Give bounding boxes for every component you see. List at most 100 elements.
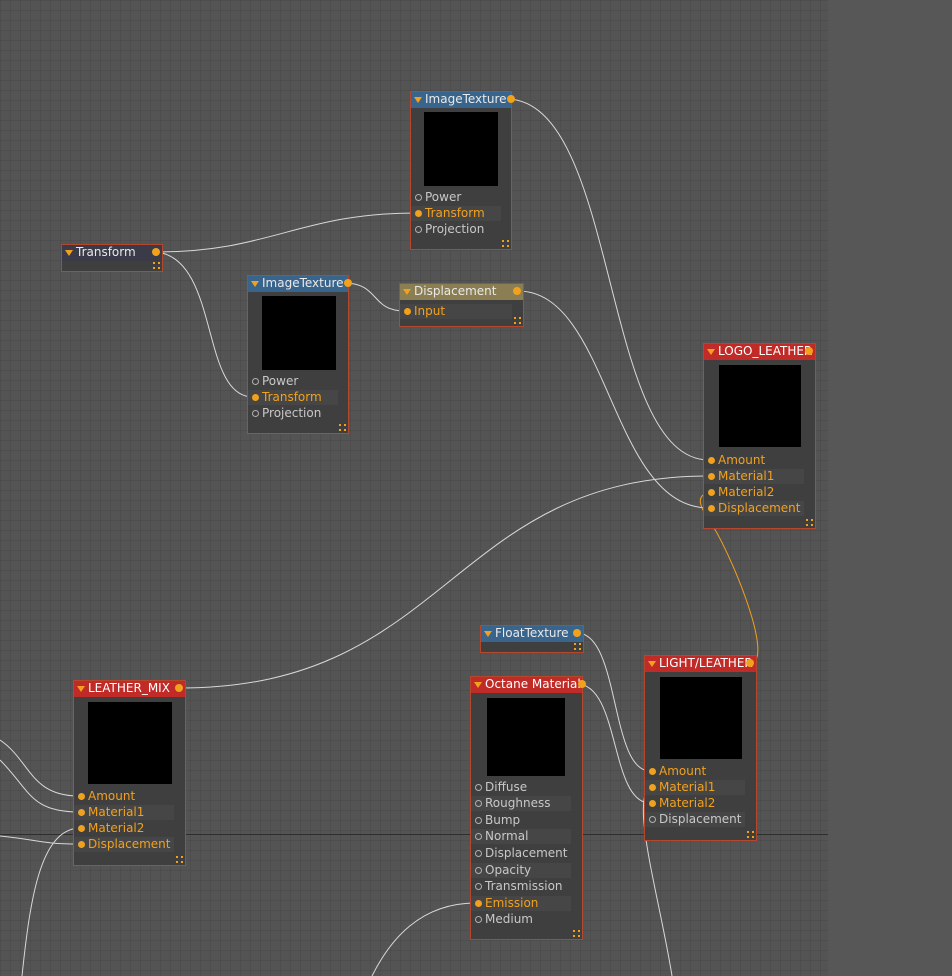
collapse-triangle-icon[interactable] (484, 631, 492, 637)
node-header[interactable]: ImageTexture (411, 92, 515, 108)
input-pin-transmission[interactable]: Transmission (471, 879, 571, 894)
pin-icon[interactable] (475, 784, 482, 791)
resize-grip-icon[interactable] (339, 424, 346, 431)
node-header[interactable]: Octane Material (471, 677, 586, 693)
node-logo-leather[interactable]: LOGO_LEATHER Amount Material1 Material2 … (703, 343, 816, 529)
output-pin[interactable] (573, 629, 581, 637)
input-pin-amount[interactable]: Amount (645, 764, 745, 779)
input-pin-medium[interactable]: Medium (471, 912, 571, 927)
pin-icon[interactable] (404, 308, 411, 315)
resize-grip-icon[interactable] (574, 643, 581, 650)
input-pin-projection[interactable]: Projection (248, 406, 338, 421)
pin-icon[interactable] (708, 457, 715, 464)
resize-grip-icon[interactable] (514, 317, 521, 324)
node-header[interactable]: LOGO_LEATHER (704, 344, 815, 360)
node-leather-mix[interactable]: LEATHER_MIX Amount Material1 Material2 D… (73, 680, 186, 866)
input-pin-power[interactable]: Power (411, 190, 501, 205)
pin-icon[interactable] (252, 378, 259, 385)
pin-icon[interactable] (415, 210, 422, 217)
pin-icon[interactable] (708, 489, 715, 496)
input-pin-projection[interactable]: Projection (411, 222, 501, 237)
resize-grip-icon[interactable] (502, 240, 509, 247)
node-imagetexture-top[interactable]: ImageTexture Power Transform Projection (410, 91, 515, 250)
node-transform[interactable]: Transform (61, 244, 163, 272)
pin-icon[interactable] (708, 473, 715, 480)
node-header[interactable]: LEATHER_MIX (74, 681, 185, 697)
pin-icon[interactable] (78, 841, 85, 848)
node-header[interactable]: Displacement (400, 284, 523, 300)
node-header[interactable]: LIGHT/LEATHER (645, 656, 756, 672)
node-octane-material[interactable]: Octane Material Diffuse Roughness Bump N… (470, 676, 586, 940)
collapse-triangle-icon[interactable] (474, 682, 482, 688)
collapse-triangle-icon[interactable] (414, 97, 422, 103)
pin-icon[interactable] (252, 394, 259, 401)
pin-icon[interactable] (415, 226, 422, 233)
collapse-triangle-icon[interactable] (648, 661, 656, 667)
pin-icon[interactable] (475, 850, 482, 857)
pin-icon[interactable] (78, 793, 85, 800)
output-pin[interactable] (507, 95, 515, 103)
pin-icon[interactable] (475, 833, 482, 840)
pin-icon[interactable] (78, 825, 85, 832)
pin-icon[interactable] (252, 410, 259, 417)
input-pin-material1[interactable]: Material1 (74, 805, 174, 820)
resize-grip-icon[interactable] (747, 831, 754, 838)
pin-icon[interactable] (475, 883, 482, 890)
pin-icon[interactable] (475, 916, 482, 923)
pin-icon[interactable] (415, 194, 422, 201)
pin-icon[interactable] (649, 816, 656, 823)
resize-grip-icon[interactable] (176, 856, 183, 863)
collapse-triangle-icon[interactable] (251, 281, 259, 287)
input-pin-transform[interactable]: Transform (411, 206, 501, 221)
input-pin-input[interactable]: Input (400, 304, 512, 319)
input-pin-bump[interactable]: Bump (471, 813, 571, 828)
input-pin-material2[interactable]: Material2 (74, 821, 174, 836)
pin-icon[interactable] (475, 800, 482, 807)
input-pin-material1[interactable]: Material1 (645, 780, 745, 795)
pin-icon[interactable] (708, 505, 715, 512)
resize-grip-icon[interactable] (573, 930, 580, 937)
collapse-triangle-icon[interactable] (65, 250, 73, 256)
pin-icon[interactable] (649, 784, 656, 791)
resize-grip-icon[interactable] (153, 262, 160, 269)
input-pin-opacity[interactable]: Opacity (471, 863, 571, 878)
pin-icon[interactable] (475, 900, 482, 907)
input-pin-amount[interactable]: Amount (74, 789, 174, 804)
input-pin-power[interactable]: Power (248, 374, 338, 389)
collapse-triangle-icon[interactable] (707, 349, 715, 355)
output-pin[interactable] (578, 680, 586, 688)
input-pin-emission[interactable]: Emission (471, 896, 571, 911)
node-imagetexture-mid[interactable]: ImageTexture Power Transform Projection (247, 275, 352, 434)
pin-icon[interactable] (649, 800, 656, 807)
input-pin-transform[interactable]: Transform (248, 390, 338, 405)
collapse-triangle-icon[interactable] (403, 289, 411, 295)
node-floattexture[interactable]: FloatTexture (480, 625, 584, 653)
node-displacement[interactable]: Displacement Input (399, 283, 524, 327)
input-pin-diffuse[interactable]: Diffuse (471, 780, 571, 795)
input-pin-normal[interactable]: Normal (471, 829, 571, 844)
pin-icon[interactable] (475, 867, 482, 874)
input-pin-material2[interactable]: Material2 (645, 796, 745, 811)
input-pin-displacement[interactable]: Displacement (704, 501, 804, 516)
node-header[interactable]: Transform (62, 245, 162, 261)
collapse-triangle-icon[interactable] (77, 686, 85, 692)
input-pin-displacement[interactable]: Displacement (471, 846, 571, 861)
output-pin[interactable] (344, 279, 352, 287)
node-header[interactable]: FloatTexture (481, 626, 583, 642)
node-header[interactable]: ImageTexture (248, 276, 352, 292)
node-light-leather[interactable]: LIGHT/LEATHER Amount Material1 Material2… (644, 655, 757, 841)
output-pin[interactable] (152, 248, 160, 256)
pin-icon[interactable] (475, 817, 482, 824)
input-pin-displacement[interactable]: Displacement (74, 837, 174, 852)
output-pin[interactable] (513, 287, 521, 295)
resize-grip-icon[interactable] (806, 519, 813, 526)
output-pin[interactable] (175, 684, 183, 692)
input-pin-amount[interactable]: Amount (704, 453, 804, 468)
input-pin-material2[interactable]: Material2 (704, 485, 804, 500)
output-pin[interactable] (805, 347, 813, 355)
input-pin-material1[interactable]: Material1 (704, 469, 804, 484)
output-pin[interactable] (746, 659, 754, 667)
pin-icon[interactable] (78, 809, 85, 816)
input-pin-displacement[interactable]: Displacement (645, 812, 745, 827)
pin-icon[interactable] (649, 768, 656, 775)
